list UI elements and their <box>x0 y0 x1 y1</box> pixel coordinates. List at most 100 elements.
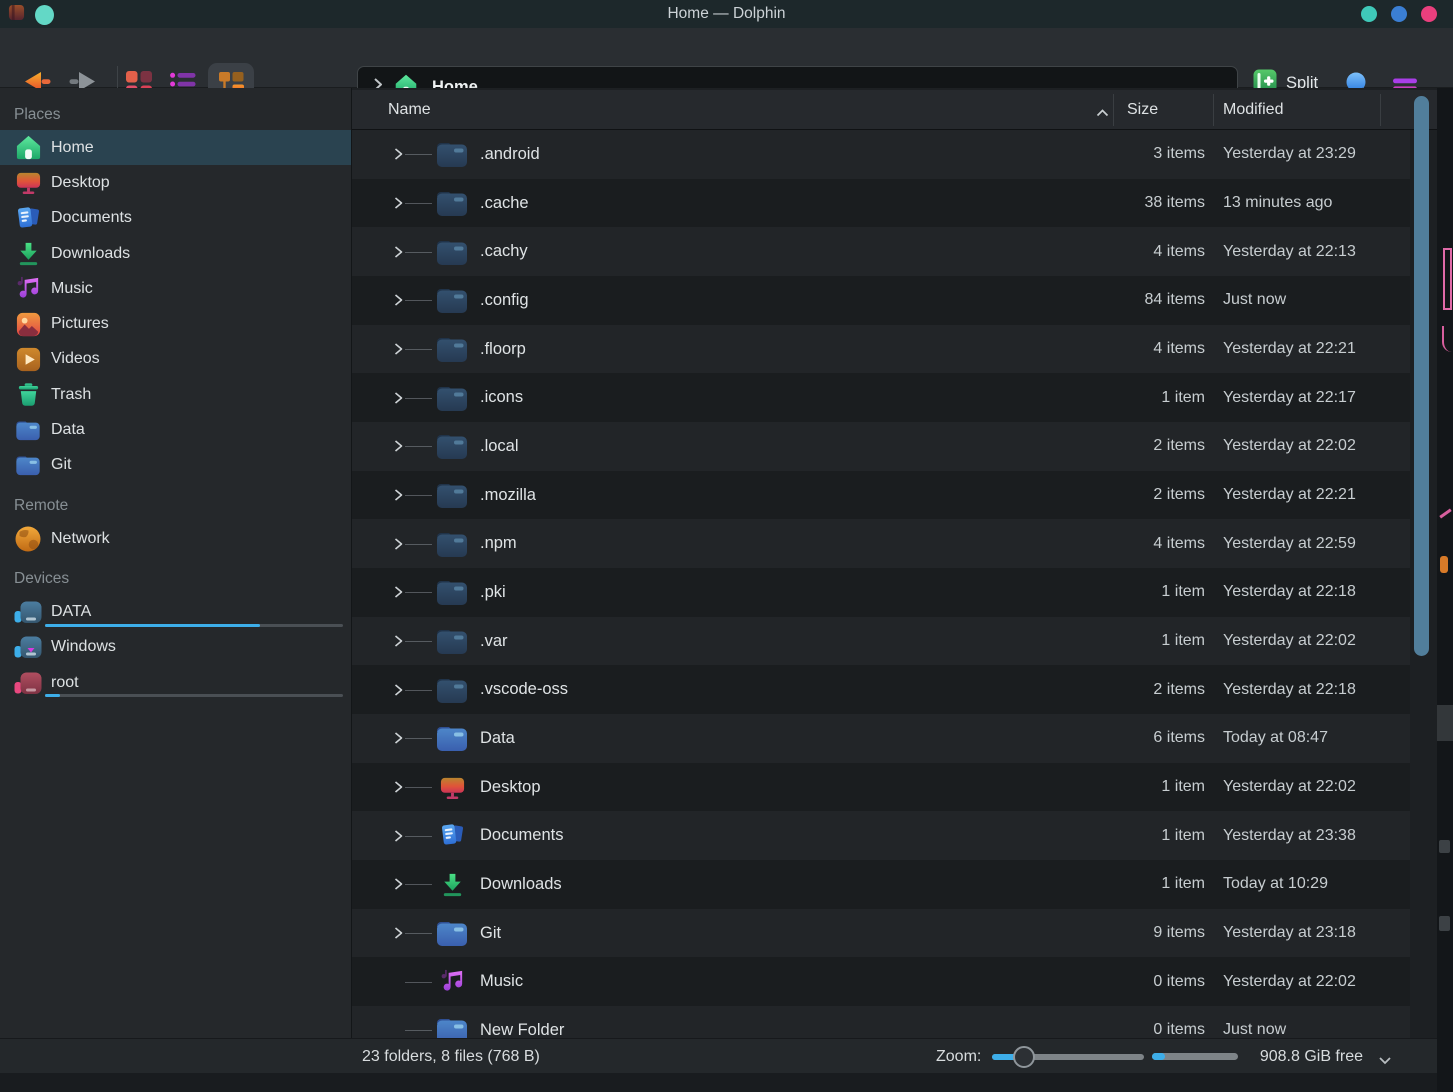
column-header-size[interactable]: Size <box>1127 90 1158 130</box>
expander-chevron-icon[interactable] <box>393 438 404 454</box>
home-icon <box>14 134 42 162</box>
expander-chevron-icon[interactable] <box>393 828 404 844</box>
file-size: 1 item <box>1161 389 1205 407</box>
column-separator[interactable] <box>1213 94 1214 126</box>
column-separator[interactable] <box>1380 94 1381 126</box>
file-size: 4 items <box>1153 243 1205 261</box>
sidebar-item-documents[interactable]: Documents <box>0 201 351 236</box>
sidebar-item-desktop[interactable]: Desktop <box>0 165 351 200</box>
minimize-button[interactable] <box>1361 6 1377 22</box>
maximize-button[interactable] <box>1391 6 1407 22</box>
table-row[interactable]: .mozilla 2 items Yesterday at 22:21 <box>352 471 1410 520</box>
expander-chevron-icon[interactable] <box>393 876 404 892</box>
expander-chevron-icon[interactable] <box>393 390 404 406</box>
sidebar-item-label: root <box>51 674 79 692</box>
tree-connector <box>405 1030 432 1031</box>
file-name: .var <box>480 632 508 651</box>
table-row[interactable]: .npm 4 items Yesterday at 22:59 <box>352 519 1410 568</box>
expander-chevron-icon[interactable] <box>393 779 404 795</box>
column-header-modified[interactable]: Modified <box>1223 90 1283 130</box>
expander-chevron-icon[interactable] <box>393 974 404 990</box>
sidebar-item-music[interactable]: Music <box>0 271 351 306</box>
expander-chevron-icon[interactable] <box>393 487 404 503</box>
sidebar-item-network[interactable]: Network <box>0 521 351 556</box>
table-row[interactable]: .config 84 items Just now <box>352 276 1410 325</box>
expander-chevron-icon[interactable] <box>393 584 404 600</box>
titlebar[interactable]: Home — Dolphin <box>0 0 1453 28</box>
table-row[interactable]: .icons 1 item Yesterday at 22:17 <box>352 373 1410 422</box>
file-size: 84 items <box>1145 291 1205 309</box>
expander-chevron-icon[interactable] <box>393 682 404 698</box>
documents-icon <box>14 204 42 232</box>
tree-connector <box>405 446 432 447</box>
table-row[interactable]: Desktop 1 item Yesterday at 22:02 <box>352 763 1410 812</box>
file-size: 4 items <box>1153 340 1205 358</box>
sidebar-item-root[interactable]: root <box>0 665 351 700</box>
tree-connector <box>405 203 432 204</box>
table-row[interactable]: .var 1 item Yesterday at 22:02 <box>352 617 1410 666</box>
expander-chevron-icon[interactable] <box>393 341 404 357</box>
file-size: 0 items <box>1153 1021 1205 1038</box>
drive-root-icon <box>14 669 42 697</box>
column-separator[interactable] <box>1113 94 1114 126</box>
folder-hidden-icon <box>433 674 471 706</box>
sidebar-item-pictures[interactable]: Pictures <box>0 306 351 341</box>
table-row[interactable]: .android 3 items Yesterday at 23:29 <box>352 130 1410 179</box>
table-row[interactable]: Git 9 items Yesterday at 23:18 <box>352 909 1410 958</box>
file-modified: 13 minutes ago <box>1223 194 1332 212</box>
table-row[interactable]: .pki 1 item Yesterday at 22:18 <box>352 568 1410 617</box>
sidebar-item-windows[interactable]: Windows <box>0 630 351 665</box>
table-row[interactable]: Music 0 items Yesterday at 22:02 <box>352 957 1410 1006</box>
table-row[interactable]: .cachy 4 items Yesterday at 22:13 <box>352 227 1410 276</box>
sidebar-item-label: Network <box>51 530 110 548</box>
chevron-down-icon[interactable] <box>1378 1052 1392 1070</box>
expander-chevron-icon[interactable] <box>393 925 404 941</box>
sidebar-item-trash[interactable]: Trash <box>0 377 351 412</box>
free-space-label[interactable]: 908.8 GiB free <box>1260 1039 1363 1074</box>
folder-hidden-icon <box>433 284 471 316</box>
sliver-fragment <box>1439 840 1450 853</box>
tree-connector <box>405 398 432 399</box>
expander-chevron-icon[interactable] <box>393 633 404 649</box>
folder-icon <box>14 451 42 479</box>
expander-chevron-icon[interactable] <box>393 536 404 552</box>
expander-chevron-icon[interactable] <box>393 1022 404 1038</box>
expander-chevron-icon[interactable] <box>393 730 404 746</box>
table-row[interactable]: .cache 38 items 13 minutes ago <box>352 179 1410 228</box>
expander-chevron-icon[interactable] <box>393 244 404 260</box>
trash-icon <box>14 381 42 409</box>
window-controls <box>1361 6 1437 22</box>
table-row[interactable]: Data 6 items Today at 08:47 <box>352 714 1410 763</box>
sliver-fragment <box>1443 248 1452 310</box>
expander-chevron-icon[interactable] <box>393 292 404 308</box>
table-row[interactable]: .local 2 items Yesterday at 22:02 <box>352 422 1410 471</box>
file-modified: Yesterday at 22:13 <box>1223 243 1356 261</box>
sidebar-item-home[interactable]: Home <box>0 130 351 165</box>
table-row[interactable]: Documents 1 item Yesterday at 23:38 <box>352 811 1410 860</box>
table-row[interactable]: New Folder 0 items Just now <box>352 1006 1410 1038</box>
folder-icon <box>14 416 42 444</box>
expander-chevron-icon[interactable] <box>393 146 404 162</box>
file-name: Music <box>480 972 523 991</box>
file-name: .android <box>480 145 540 164</box>
sidebar-item-git[interactable]: Git <box>0 448 351 483</box>
network-icon <box>14 525 42 553</box>
column-header-name[interactable]: Name <box>388 90 431 130</box>
vertical-scrollbar[interactable] <box>1414 96 1429 656</box>
sidebar-item-videos[interactable]: Videos <box>0 342 351 377</box>
close-button[interactable] <box>1421 6 1437 22</box>
file-size: 38 items <box>1145 194 1205 212</box>
file-name: .floorp <box>480 340 526 359</box>
sidebar-item-data[interactable]: Data <box>0 412 351 447</box>
table-row[interactable]: .vscode-oss 2 items Yesterday at 22:18 <box>352 665 1410 714</box>
sidebar-item-data[interactable]: DATA <box>0 594 351 629</box>
expander-chevron-icon[interactable] <box>393 195 404 211</box>
sidebar-item-label: Videos <box>51 350 100 368</box>
sidebar-item-downloads[interactable]: Downloads <box>0 236 351 271</box>
disk-usage-fill <box>1152 1053 1165 1060</box>
table-row[interactable]: Downloads 1 item Today at 10:29 <box>352 860 1410 909</box>
file-modified: Yesterday at 22:18 <box>1223 583 1356 601</box>
zoom-slider-handle[interactable] <box>1013 1046 1035 1068</box>
zoom-slider[interactable] <box>992 1054 1144 1060</box>
table-row[interactable]: .floorp 4 items Yesterday at 22:21 <box>352 325 1410 374</box>
